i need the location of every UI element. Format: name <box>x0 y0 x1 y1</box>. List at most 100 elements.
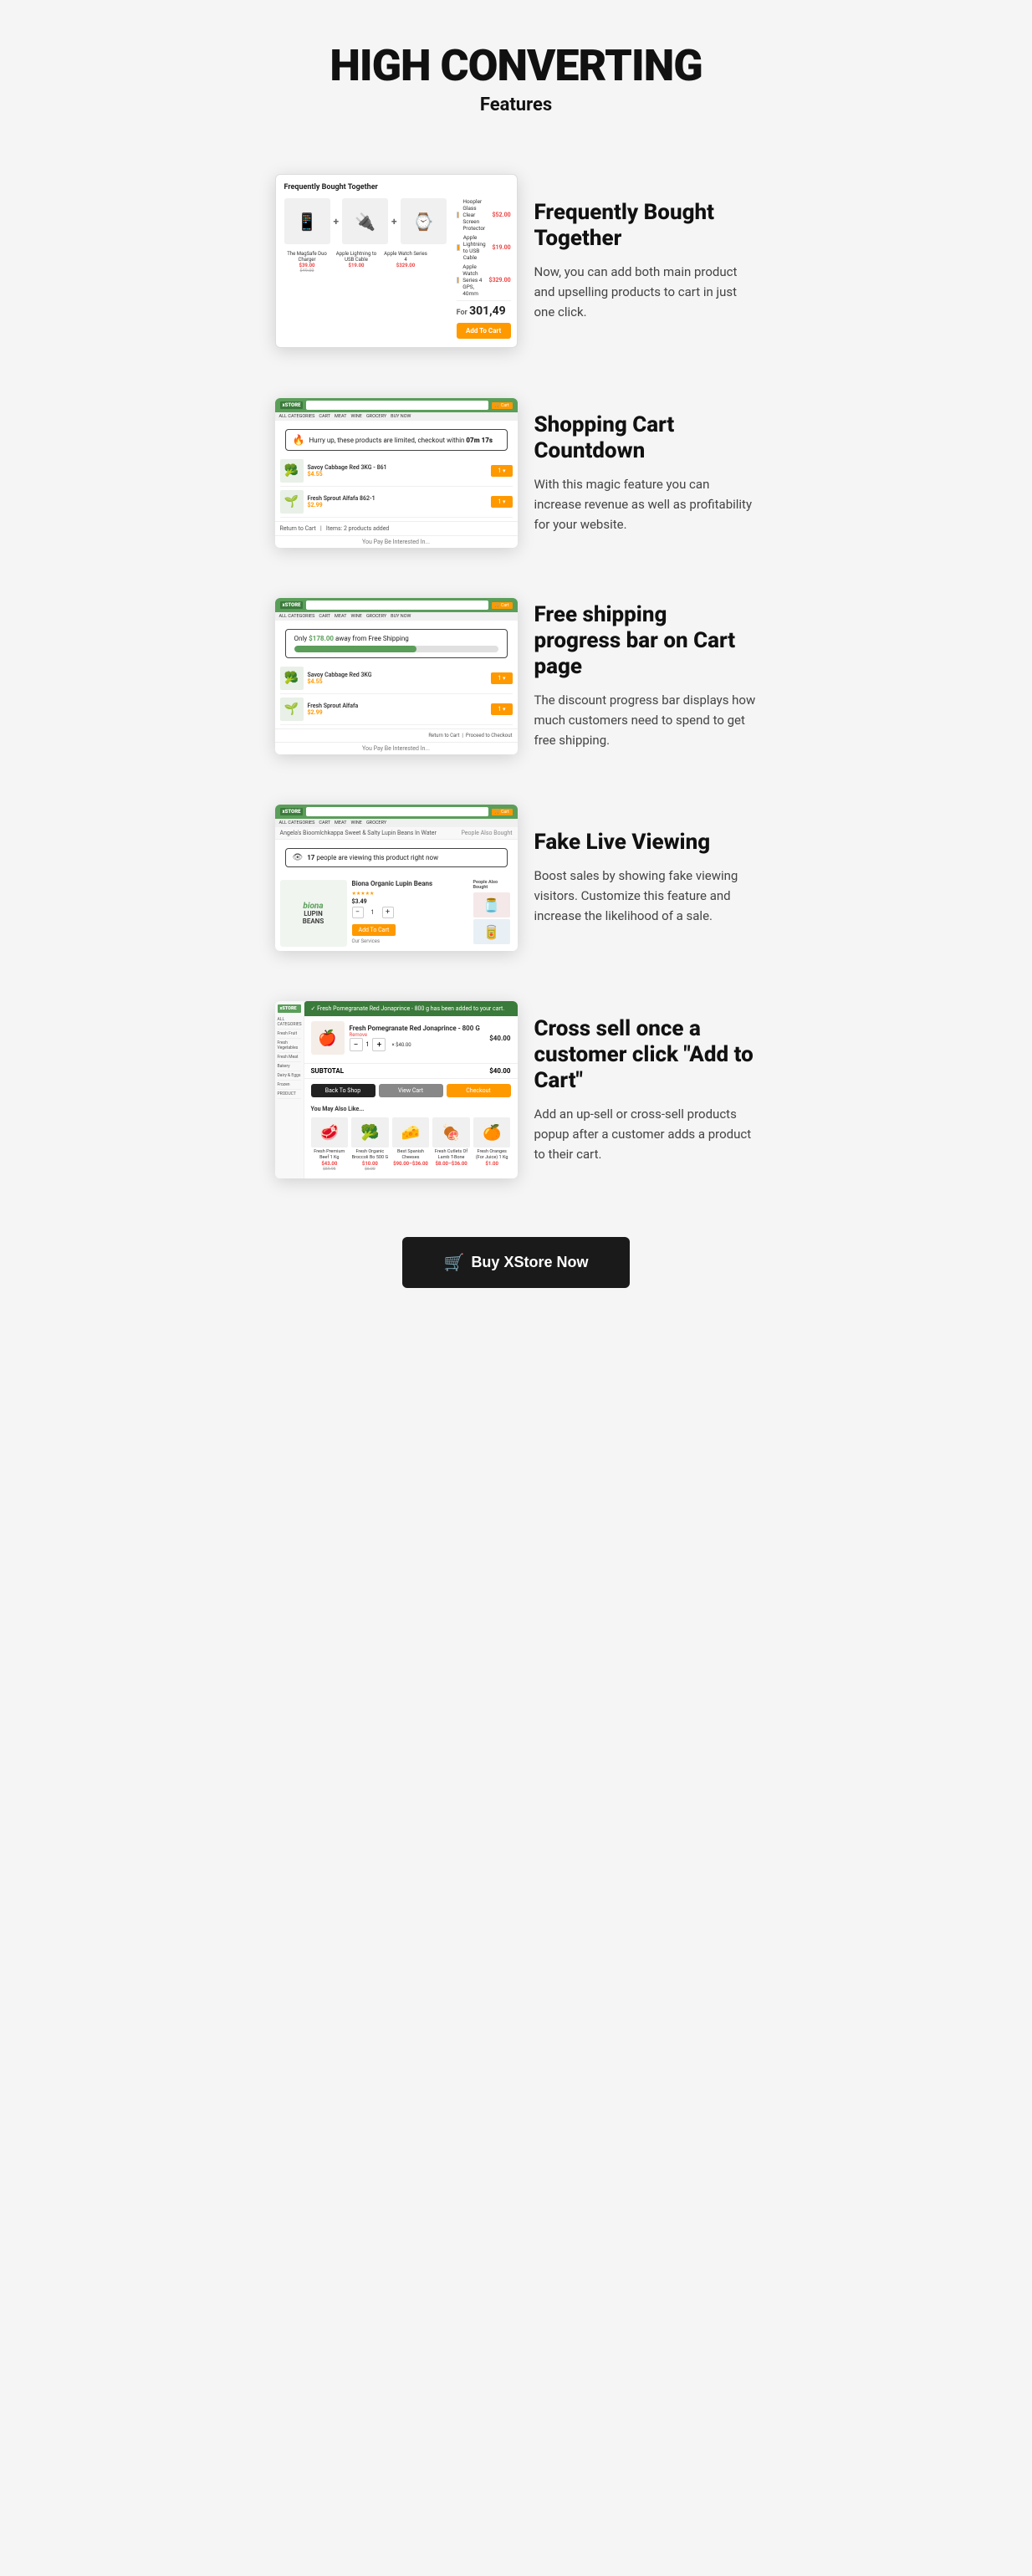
shipping-banner: Only $178.00 away from Free Shipping <box>285 629 508 658</box>
shipping-cart-btn[interactable]: 🛒 Cart <box>492 602 513 609</box>
viewing-services-link[interactable]: Our Services <box>352 938 466 944</box>
shipping-search-bar[interactable] <box>306 601 488 610</box>
shipping-also-like: You Pay Be Interested In... <box>362 745 430 752</box>
viewing-related: People Also Bought 🫙 🥫 <box>471 880 513 947</box>
sidebar-dairy[interactable]: Dairy & Eggs <box>278 1071 301 1081</box>
shipping-product-img-2: 🌱 <box>280 698 304 721</box>
sidebar-all-categories[interactable]: ALL CATEGORIES <box>278 1015 301 1030</box>
crosssell-sidebar: xSTORE ALL CATEGORIES Fresh Fruit Fresh … <box>275 1001 304 1178</box>
crosssell-qty-plus[interactable]: + <box>372 1038 386 1051</box>
sidebar-bakery[interactable]: Bakery <box>278 1062 301 1071</box>
shipping-product-2: 🌱 Fresh Sprout Alfafa $2.99 1 ▾ <box>280 698 513 725</box>
fbt-item-3: Apple Watch Series 4 GPS, 40mm $329.00 <box>457 263 511 297</box>
viewing-nav: ALL CATEGORIES CART MEAT WINE GROCERY <box>275 819 518 827</box>
countdown-search-bar[interactable] <box>306 401 488 410</box>
feature-shipping-desc: The discount progress bar displays how m… <box>534 690 758 750</box>
cta-button[interactable]: 🛒 Buy XStore Now <box>402 1237 631 1288</box>
crosssell-product-name: Fresh Pomegranate Red Jonaprince - 800 G <box>350 1025 480 1032</box>
viewing-search-bar[interactable] <box>306 807 488 816</box>
eye-icon: 👁 <box>293 853 304 862</box>
shipping-product-1: 🥦 Savoy Cabbage Red 3KG $4.55 1 ▾ <box>280 667 513 694</box>
crosssell-subtotal-value: $40.00 <box>489 1067 510 1075</box>
fbt-checkbox-2[interactable] <box>457 244 460 251</box>
crosssell-qty-minus[interactable]: − <box>350 1038 363 1051</box>
feature-viewing-heading: Fake Live Viewing <box>534 830 758 856</box>
crosssell-grid: 🥩 Fresh Premium Beef 1 Kg $43.00 $59.95 … <box>304 1114 518 1178</box>
viewing-product-title: Biona Organic Lupin Beans <box>352 880 466 887</box>
crosssell-remove-link[interactable]: Remove <box>350 1032 480 1038</box>
sidebar-product[interactable]: PRODUCT <box>278 1090 301 1099</box>
viewing-add-btn[interactable]: Add To Cart <box>352 924 396 936</box>
qty-plus-btn[interactable]: + <box>382 907 394 918</box>
countdown-product-info-2: Fresh Sprout Alfafa 862-1 $2.99 <box>308 495 488 509</box>
crosssell-qty-val: 1 <box>366 1041 370 1048</box>
fbt-price-2: $19.00 <box>492 244 510 251</box>
fbt-price-3: $329.00 <box>488 277 510 284</box>
feature-crosssell-heading: Cross sell once a customer click "Add to… <box>534 1016 758 1095</box>
viewing-mock-screen: xSTORE 🛒 Cart ALL CATEGORIES CART MEAT W… <box>275 805 518 951</box>
countdown-product-price-1: $4.55 <box>308 471 488 478</box>
feature-countdown-heading: Shopping Cart Countdown <box>534 412 758 464</box>
fbt-product-3: ⌚ <box>401 198 447 244</box>
fbt-checkbox-1[interactable] <box>457 212 460 218</box>
shipping-product-price-2: $2.99 <box>308 709 488 716</box>
viewing-product-row: biona LUPINBEANS Biona Organic Lupin Bea… <box>275 876 518 951</box>
crosssell-grid-price-4: $8.00–$36.00 <box>432 1161 470 1167</box>
crosssell-grid-item-5: 🍊 Fresh Oranges (For Juice) 1 Kg $1.00 <box>473 1117 511 1172</box>
crosssell-checkout-btn[interactable]: Checkout <box>447 1084 511 1097</box>
fbt-plus-1: + <box>334 216 340 227</box>
crosssell-grid-img-5: 🍊 <box>473 1117 511 1147</box>
shipping-nav: ALL CATEGORIES CART MEAT WINE GROCERY BU… <box>275 612 518 621</box>
countdown-store-header: xSTORE 🛒 Cart <box>275 398 518 412</box>
shipping-product-info-2: Fresh Sprout Alfafa $2.99 <box>308 703 488 716</box>
fire-icon: 🔥 <box>293 434 305 446</box>
countdown-qty-btn-1[interactable]: 1 ▾ <box>491 465 512 477</box>
crosssell-line-price: $40.00 <box>489 1035 510 1042</box>
countdown-product-info-1: Savoy Cabbage Red 3KG - 861 $4.55 <box>308 464 488 478</box>
countdown-product-2: 🌱 Fresh Sprout Alfafa 862-1 $2.99 1 ▾ <box>280 490 513 518</box>
crosssell-view-btn[interactable]: View Cart <box>379 1084 443 1097</box>
sidebar-fresh-veg[interactable]: Fresh Vegetables <box>278 1039 301 1053</box>
shipping-mock-screen: xSTORE 🛒 Cart ALL CATEGORIES CART MEAT W… <box>275 598 518 754</box>
countdown-timer: 07m 17s <box>466 437 493 444</box>
fbt-add-btn[interactable]: Add To Cart <box>457 323 511 339</box>
crosssell-grid-item-2: 🥦 Fresh Organic Broccoli Bo 500 G $10.00… <box>351 1117 389 1172</box>
countdown-cart-btn[interactable]: 🛒 Cart <box>492 402 513 409</box>
crosssell-product-details: Fresh Pomegranate Red Jonaprince - 800 G… <box>350 1025 480 1051</box>
fbt-mock-title: Frequently Bought Together <box>284 183 508 192</box>
viewing-cart-btn[interactable]: 🛒 Cart <box>492 809 513 815</box>
crosssell-grid-name-5: Fresh Oranges (For Juice) 1 Kg <box>473 1149 511 1161</box>
feature-shipping-text: Free shipping progress bar on Cart page … <box>534 602 758 751</box>
viewing-count: 17 <box>307 854 314 861</box>
crosssell-subtotal-row: SUBTOTAL $40.00 <box>304 1064 518 1079</box>
feature-viewing-image: xSTORE 🛒 Cart ALL CATEGORIES CART MEAT W… <box>275 805 518 951</box>
crosssell-product-row: 🍎 Fresh Pomegranate Red Jonaprince - 800… <box>311 1021 511 1055</box>
shipping-qty-btn-2[interactable]: 1 ▾ <box>491 703 512 715</box>
crosssell-back-btn[interactable]: Back To Shop <box>311 1084 376 1097</box>
sidebar-frozen[interactable]: Frozen <box>278 1081 301 1090</box>
shipping-product-name-2: Fresh Sprout Alfafa <box>308 703 488 709</box>
qty-minus-btn[interactable]: − <box>352 907 364 918</box>
crosssell-product-area: 🍎 Fresh Pomegranate Red Jonaprince - 800… <box>304 1016 518 1064</box>
cta-section: 🛒 Buy XStore Now <box>258 1204 774 1330</box>
progress-bar-bg <box>294 646 498 652</box>
shipping-store-header: xSTORE 🛒 Cart <box>275 598 518 612</box>
fbt-checkbox-3[interactable] <box>457 277 460 284</box>
sidebar-meat[interactable]: Fresh Meat <box>278 1053 301 1062</box>
viewing-store-header: xSTORE 🛒 Cart <box>275 805 518 819</box>
crosssell-mock-screen: xSTORE ALL CATEGORIES Fresh Fruit Fresh … <box>275 1001 518 1178</box>
sidebar-fresh-fruit[interactable]: Fresh Fruit <box>278 1030 301 1039</box>
related-product-2: 🥫 <box>473 919 510 944</box>
countdown-product-price-2: $2.99 <box>308 502 488 509</box>
feature-shipping-image: xSTORE 🛒 Cart ALL CATEGORIES CART MEAT W… <box>275 598 518 754</box>
feature-liveviewing-row: Fake Live Viewing Boost sales by showing… <box>258 779 774 976</box>
crosssell-grid-img-1: 🥩 <box>311 1117 349 1147</box>
crosssell-grid-price-3: $90.00–$36.00 <box>392 1161 430 1167</box>
feature-viewing-text: Fake Live Viewing Boost sales by showing… <box>534 830 758 926</box>
feature-crosssell-text: Cross sell once a customer click "Add to… <box>534 1016 758 1165</box>
countdown-qty-btn-2[interactable]: 1 ▾ <box>491 496 512 508</box>
shipping-qty-btn-1[interactable]: 1 ▾ <box>491 672 512 684</box>
countdown-product-img-2: 🌱 <box>280 490 304 514</box>
feature-fbt-text: Frequently Bought Together Now, you can … <box>534 200 758 322</box>
related-product-1: 🫙 <box>473 892 510 917</box>
